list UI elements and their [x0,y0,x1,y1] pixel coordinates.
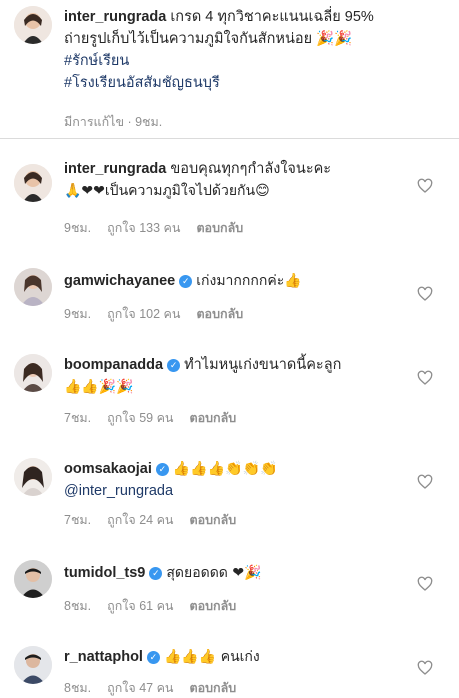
comment-time: 8ชม. [64,599,92,613]
comment-time: 7ชม. [64,513,92,527]
verified-badge-icon: ✓ [179,275,193,288]
caption-edited: มีการแก้ไข · 9ชม. [64,115,163,129]
comment-likes[interactable]: ถูกใจ 61 คน [107,599,173,613]
caption-text: เกรด 4 ทุกวิชาคะแนนเฉลี่ย 95% [170,9,374,25]
comment-likes[interactable]: ถูกใจ 59 คน [107,411,173,425]
heart-outline-icon[interactable] [417,660,433,676]
heart-outline-icon[interactable] [417,576,433,592]
avatar[interactable] [14,646,52,684]
comment-likes[interactable]: ถูกใจ 47 คน [107,681,173,695]
verified-badge-icon: ✓ [149,567,163,580]
post-caption: inter_rungrada เกรด 4 ทุกวิชาคะแนนเฉลี่ย … [0,0,459,138]
heart-outline-icon[interactable] [417,370,433,386]
comment-time: 9ชม. [64,307,92,321]
caption-text-line2: ถ่ายรูปเก็บไว้เป็นความภูมิใจกันสักหน่อย … [64,31,353,47]
comment-text: ขอบคุณทุกๆกำลังใจนะคะ [170,161,332,177]
avatar[interactable] [14,560,52,598]
verified-badge-icon: ✓ [167,359,181,372]
avatar[interactable] [14,164,52,202]
mention-link[interactable]: @inter_rungrada [64,480,413,502]
comment-text: 👍👍👍 คนเก่ง [163,649,260,665]
avatar[interactable] [14,6,52,44]
verified-badge-icon: ✓ [155,463,169,476]
heart-outline-icon[interactable] [417,474,433,490]
reply-button[interactable]: ตอบกลับ [189,513,236,527]
comment-username[interactable]: tumidol_ts9 [64,565,145,581]
divider [0,138,459,139]
comment-username[interactable]: oomsakaojai [64,461,152,477]
reply-button[interactable]: ตอบกลับ [189,681,236,695]
avatar[interactable] [14,354,52,392]
comment-likes[interactable]: ถูกใจ 102 คน [107,307,180,321]
comment-username[interactable]: r_nattaphol [64,649,143,665]
caption-username[interactable]: inter_rungrada [64,9,166,25]
comment-username[interactable]: inter_rungrada [64,161,166,177]
comment-text: ทำไมหนูเก่งขนาดนี้คะลูก [184,357,342,373]
reply-button[interactable]: ตอบกลับ [196,221,243,235]
reply-button[interactable]: ตอบกลับ [196,307,243,321]
heart-outline-icon[interactable] [417,286,433,302]
comment-text: 👍👍👍👏👏👏 [172,461,278,477]
comment-time: 8ชม. [64,681,92,695]
hashtag-link[interactable]: #โรงเรียนอัสสัมชัญธนบุรี [64,72,445,94]
heart-outline-icon[interactable] [417,178,433,194]
comment-text-line2: 👍👍🎉🎉 [64,379,134,395]
comment-likes[interactable]: ถูกใจ 24 คน [107,513,173,527]
comment-likes[interactable]: ถูกใจ 133 คน [107,221,180,235]
comment-time: 9ชม. [64,221,92,235]
comment-text: เก่งมากกกกค่ะ👍 [196,273,302,289]
avatar[interactable] [14,268,52,306]
avatar[interactable] [14,458,52,496]
comment-username[interactable]: boompanadda [64,357,163,373]
reply-button[interactable]: ตอบกลับ [189,599,236,613]
verified-badge-icon: ✓ [146,651,160,664]
reply-button[interactable]: ตอบกลับ [189,411,236,425]
comment-time: 7ชม. [64,411,92,425]
comment-text: สุดยอดดด ❤🎉 [166,565,262,581]
comment-text-line2: 🙏❤❤เป็นความภูมิใจไปด้วยกัน😊 [64,183,270,199]
comment-username[interactable]: gamwichayanee [64,273,175,289]
hashtag-link[interactable]: #รักษ์เรียน [64,50,445,72]
